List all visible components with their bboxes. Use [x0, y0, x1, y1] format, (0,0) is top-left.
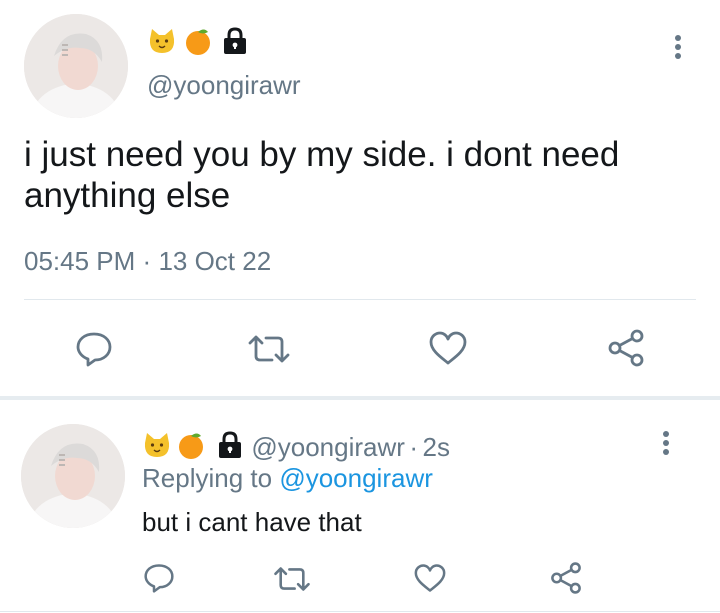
cat-face-icon [142, 430, 172, 465]
user-handle[interactable]: @yoongirawr [147, 70, 301, 101]
share-icon[interactable] [549, 561, 583, 595]
tweet-text-line: anything else [24, 176, 231, 215]
lock-icon [217, 431, 243, 464]
section-divider [0, 396, 720, 400]
retweet-icon[interactable] [246, 332, 292, 366]
more-options-icon[interactable] [671, 34, 685, 62]
separator-dot: · [142, 246, 152, 276]
reply-icon[interactable] [143, 563, 175, 593]
user-name-icons [147, 26, 248, 56]
reply-age[interactable]: 2s [423, 432, 450, 462]
separator-dot: · [409, 432, 419, 462]
reply-icon[interactable] [75, 331, 113, 367]
tweet-timestamp[interactable]: 05:45 PM · 13 Oct 22 [24, 246, 271, 277]
divider [24, 299, 696, 300]
reply-user-handle[interactable]: @yoongirawr [251, 432, 405, 462]
cat-face-icon [147, 26, 177, 61]
tweet-date: 13 Oct 22 [158, 246, 272, 276]
like-icon[interactable] [428, 330, 468, 366]
avatar[interactable] [21, 424, 125, 528]
tangerine-icon [183, 26, 213, 61]
tweet-text: i just need you by my side. i dont need … [24, 134, 619, 216]
lock-icon [222, 27, 248, 60]
divider [0, 611, 720, 612]
reply-user-line: @yoongirawr · 2s [142, 430, 450, 462]
avatar[interactable] [24, 14, 128, 118]
more-options-icon[interactable] [659, 430, 673, 458]
like-icon[interactable] [413, 563, 447, 593]
replying-to-handle-link[interactable]: @yoongirawr [279, 463, 433, 493]
tangerine-icon [176, 430, 206, 465]
replying-to-line: Replying to @yoongirawr [142, 463, 433, 494]
replying-to-label: Replying to [142, 463, 273, 493]
reply-text: but i cant have that [142, 507, 362, 537]
tweet-time: 05:45 PM [24, 246, 136, 276]
share-icon[interactable] [606, 328, 646, 368]
tweet-text-line: i just need you by my side. i dont need [24, 135, 620, 174]
retweet-icon[interactable] [272, 564, 312, 594]
